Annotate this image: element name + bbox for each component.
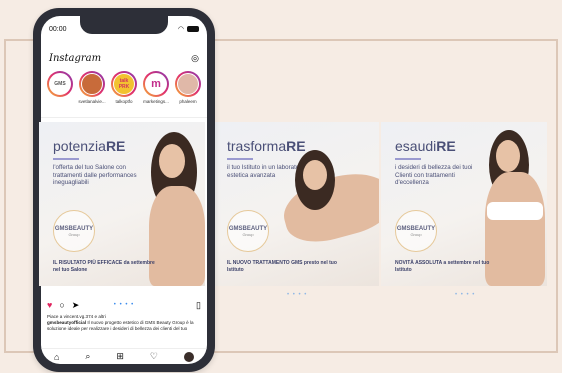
story-item[interactable]: phaleem xyxy=(174,71,202,115)
gms-beauty-logo: GMSBEAUTY Group xyxy=(227,210,269,252)
profile-avatar[interactable] xyxy=(183,351,194,362)
home-icon[interactable]: ⌂ xyxy=(54,352,59,362)
title-underline xyxy=(395,158,421,160)
status-time: 00:00 xyxy=(49,25,67,33)
model-top xyxy=(487,202,543,220)
gms-beauty-logo: GMSBEAUTY Group xyxy=(395,210,437,252)
divider xyxy=(41,117,207,118)
logo-subtext: Group xyxy=(410,231,422,237)
logo-subtext: Group xyxy=(68,231,80,237)
story-item[interactable]: talk PRK talkoptfo xyxy=(110,71,138,115)
slide-subtitle: l'offerta del tuo Salone con trattamenti… xyxy=(53,164,137,186)
title-underline xyxy=(53,158,79,160)
instagram-logo: Instagram xyxy=(49,52,102,64)
story-name: phaleem xyxy=(179,99,197,104)
carousel-slide-3[interactable]: esaudiRE i desideri di bellezza dei tuoi… xyxy=(381,122,547,286)
add-post-icon[interactable]: ⊞ xyxy=(116,351,124,362)
messenger-icon[interactable]: ◎ xyxy=(191,53,199,64)
title-underline xyxy=(227,158,253,160)
story-name: svetlanalvie... xyxy=(78,99,106,104)
model-face xyxy=(496,140,520,172)
instagram-header: Instagram ◎ xyxy=(49,50,199,66)
story-item[interactable]: m marketings... xyxy=(142,71,170,115)
status-icons: ◠ xyxy=(178,25,199,33)
carousel-indicator: • • • • xyxy=(455,292,476,298)
slide-footer: IL NUOVO TRATTAMENTO GMS presto nel tuo … xyxy=(227,260,337,273)
story-avatar: talk PRK xyxy=(113,73,135,95)
carousel-slide-1[interactable]: potenziaRE l'offerta del tuo Salone con … xyxy=(39,122,205,286)
phone-notch xyxy=(80,16,168,34)
story-avatar xyxy=(81,73,103,95)
slide-footer: NOVITÀ ASSOLUTA a settembre nel tuo Isti… xyxy=(395,260,490,273)
model-face xyxy=(303,160,327,190)
story-item[interactable]: svetlanalvie... xyxy=(78,71,106,115)
story-name: talkoptfo xyxy=(115,99,133,104)
carousel-indicator: • • • • xyxy=(287,292,308,298)
post-caption: Piace a vincent.vg.374 e altri gmsbeauty… xyxy=(47,314,201,332)
slide-title: esaudiRE xyxy=(395,138,456,154)
slide-title: potenziaRE xyxy=(53,138,126,154)
activity-heart-icon[interactable]: ♡ xyxy=(150,351,158,362)
story-avatar xyxy=(177,73,199,95)
carousel-slide-2[interactable]: trasformaRE il tuo Istituto in un labora… xyxy=(213,122,379,286)
model-face xyxy=(159,144,185,178)
caption-username[interactable]: gmsbeautyofficial xyxy=(47,320,86,325)
logo-subtext: Group xyxy=(242,231,254,237)
story-name: marketings... xyxy=(143,99,169,104)
wifi-icon: ◠ xyxy=(177,26,184,33)
story-item[interactable]: GMS xyxy=(46,71,74,115)
slide-subtitle: i desideri di bellezza dei tuoi Clienti … xyxy=(395,164,473,186)
slide-footer: IL RISULTATO PIÙ EFFICACE da settembre n… xyxy=(53,260,155,273)
story-avatar: GMS xyxy=(49,73,71,95)
slide-title: trasformaRE xyxy=(227,138,306,154)
search-icon[interactable]: ⌕ xyxy=(85,351,90,362)
stories-bar: GMS svetlanalvie... talk PRK talkoptfo m… xyxy=(46,71,204,115)
battery-icon xyxy=(187,26,199,32)
post-carousel-dots: • • • • xyxy=(113,302,135,308)
bottom-tab-bar: ⌂ ⌕ ⊞ ♡ xyxy=(41,348,207,364)
gms-beauty-logo: GMSBEAUTY Group xyxy=(53,210,95,252)
story-avatar: m xyxy=(145,73,167,95)
